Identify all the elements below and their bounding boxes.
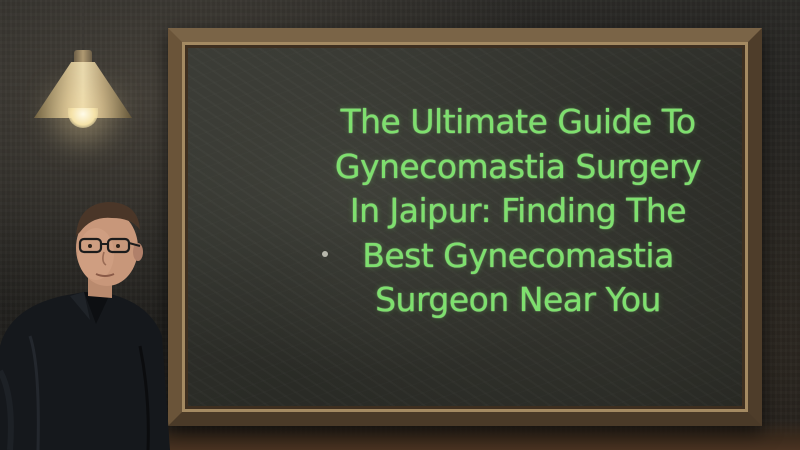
man-with-glasses (0, 196, 175, 450)
headline-line: Gynecomastia Surgery (334, 146, 702, 186)
photo-scene: The Ultimate Guide To Gynecomastia Surge… (0, 0, 800, 450)
lamp-bulb (68, 108, 98, 128)
lamp-cord (82, 0, 84, 52)
chalkboard-headline: The Ultimate Guide To Gynecomastia Surge… (308, 100, 728, 323)
headline-line: Best Gynecomastia (362, 235, 674, 275)
headline-line: In Jaipur: Finding The (349, 191, 687, 230)
headline-line: Surgeon Near You (375, 280, 661, 319)
chalkboard-frame: The Ultimate Guide To Gynecomastia Surge… (168, 28, 762, 426)
chalkboard: The Ultimate Guide To Gynecomastia Surge… (188, 48, 742, 406)
headline-line: The Ultimate Guide To (340, 102, 696, 141)
lamp-cap (74, 50, 92, 64)
